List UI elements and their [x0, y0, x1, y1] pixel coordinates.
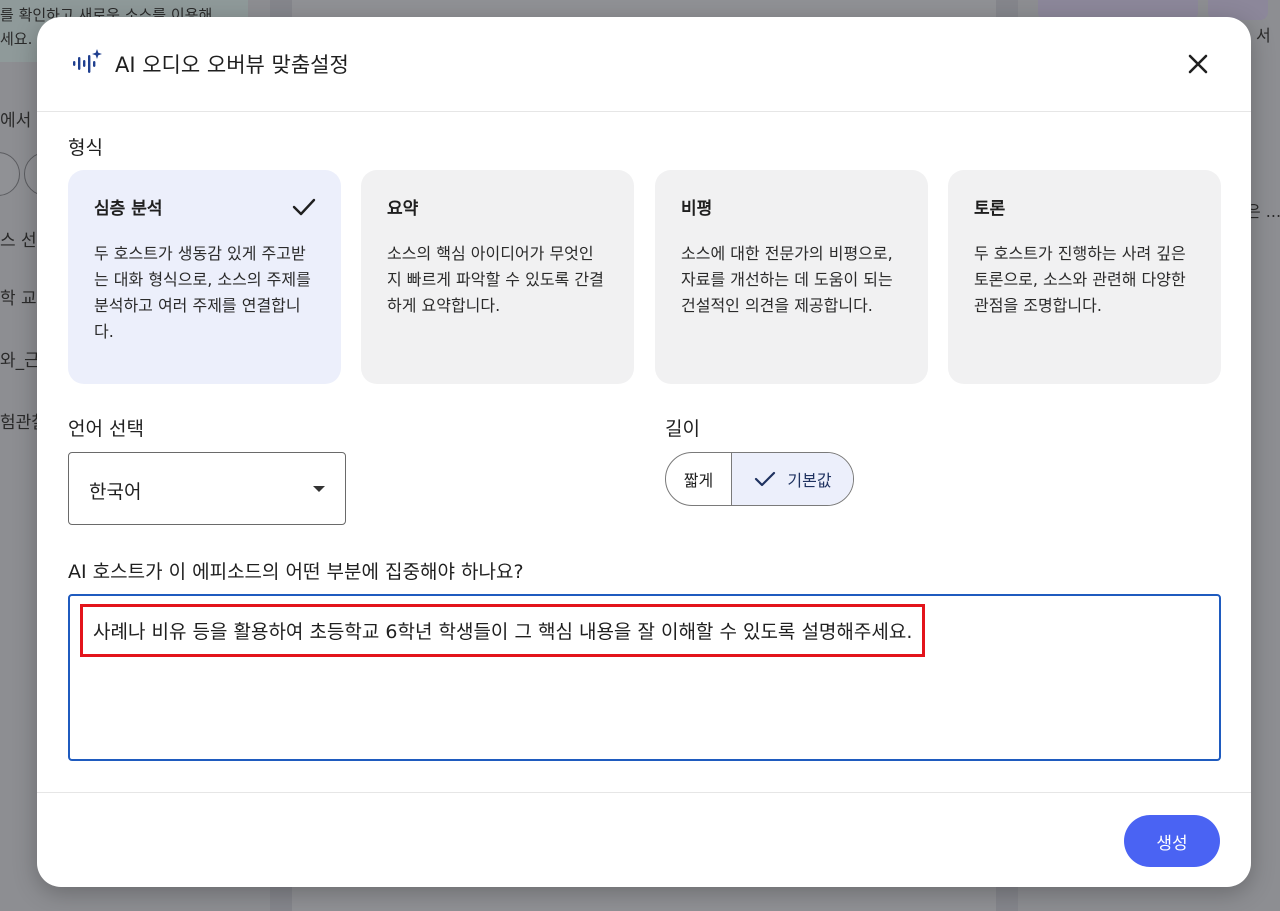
prompt-text: 사례나 비유 등을 활용하여 초등학교 6학년 학생들이 그 핵심 내용을 잘 …	[80, 604, 926, 657]
footer-divider	[37, 792, 1251, 793]
close-icon[interactable]	[1183, 49, 1213, 79]
length-option-default[interactable]: 기본값	[732, 453, 853, 505]
card-description: 소스의 핵심 아이디어가 무엇인지 빠르게 파악할 수 있도록 간결하게 요약합…	[387, 244, 604, 315]
dialog-header: AI 오디오 오버뷰 맞춤설정	[37, 17, 1251, 112]
left-circle-button	[0, 152, 20, 196]
card-title: 비평	[681, 199, 713, 219]
language-select[interactable]: 한국어	[68, 452, 346, 525]
format-card-critique[interactable]: 비평 소스에 대한 전문가의 비평으로, 자료를 개선하는 데 도움이 되는 건…	[655, 170, 928, 384]
left-side-text: 와_근	[0, 351, 40, 371]
card-description: 두 호스트가 생동감 있게 주고받는 대화 형식으로, 소스의 주제를 분석하고…	[94, 244, 311, 341]
card-title: 심층 분석	[94, 199, 163, 219]
customize-audio-overview-dialog: AI 오디오 오버뷰 맞춤설정 형식 심층 분석 두 호스트가 생동감 있게 주…	[37, 17, 1251, 887]
right-side-text: 서	[1256, 26, 1271, 45]
format-card-summary[interactable]: 요약 소스의 핵심 아이디어가 무엇인지 빠르게 파악할 수 있도록 간결하게 …	[361, 170, 634, 384]
length-label: 길이	[665, 418, 700, 440]
length-option-short[interactable]: 짧게	[666, 453, 732, 505]
caret-down-icon	[313, 486, 325, 492]
prompt-label: AI 호스트가 이 에피소드의 어떤 부분에 집중해야 하나요?	[68, 561, 524, 583]
audio-sparkle-icon	[73, 49, 102, 73]
language-label: 언어 선택	[68, 418, 144, 440]
format-card-debate[interactable]: 토론 두 호스트가 진행하는 사려 깊은 토론으로, 소스와 관련해 다양한 관…	[948, 170, 1221, 384]
card-title: 요약	[387, 199, 419, 219]
dialog-title: AI 오디오 오버뷰 맞춤설정	[115, 53, 349, 77]
card-description: 소스에 대한 전문가의 비평으로, 자료를 개선하는 데 도움이 되는 건설적인…	[681, 244, 893, 315]
card-title: 토론	[974, 199, 1006, 219]
card-description: 두 호스트가 진행하는 사려 깊은 토론으로, 소스와 관련해 다양한 관점을 …	[974, 244, 1186, 315]
check-icon	[292, 198, 316, 216]
right-side-text: 은 ...	[1246, 202, 1280, 221]
length-option-default-label: 기본값	[787, 471, 832, 490]
focus-prompt-textarea[interactable]: 사례나 비유 등을 활용하여 초등학교 6학년 학생들이 그 핵심 내용을 잘 …	[68, 594, 1221, 761]
left-side-text: 에서	[0, 111, 32, 131]
format-label: 형식	[68, 137, 103, 159]
generate-button[interactable]: 생성	[1124, 815, 1220, 867]
notice-line: 세요.	[0, 30, 33, 48]
format-card-deep-dive[interactable]: 심층 분석 두 호스트가 생동감 있게 주고받는 대화 형식으로, 소스의 주제…	[68, 170, 341, 384]
check-icon	[755, 471, 776, 487]
length-toggle-group: 짧게 기본값	[665, 452, 854, 506]
left-side-text: 학 교	[0, 289, 37, 309]
language-value: 한국어	[89, 481, 142, 503]
